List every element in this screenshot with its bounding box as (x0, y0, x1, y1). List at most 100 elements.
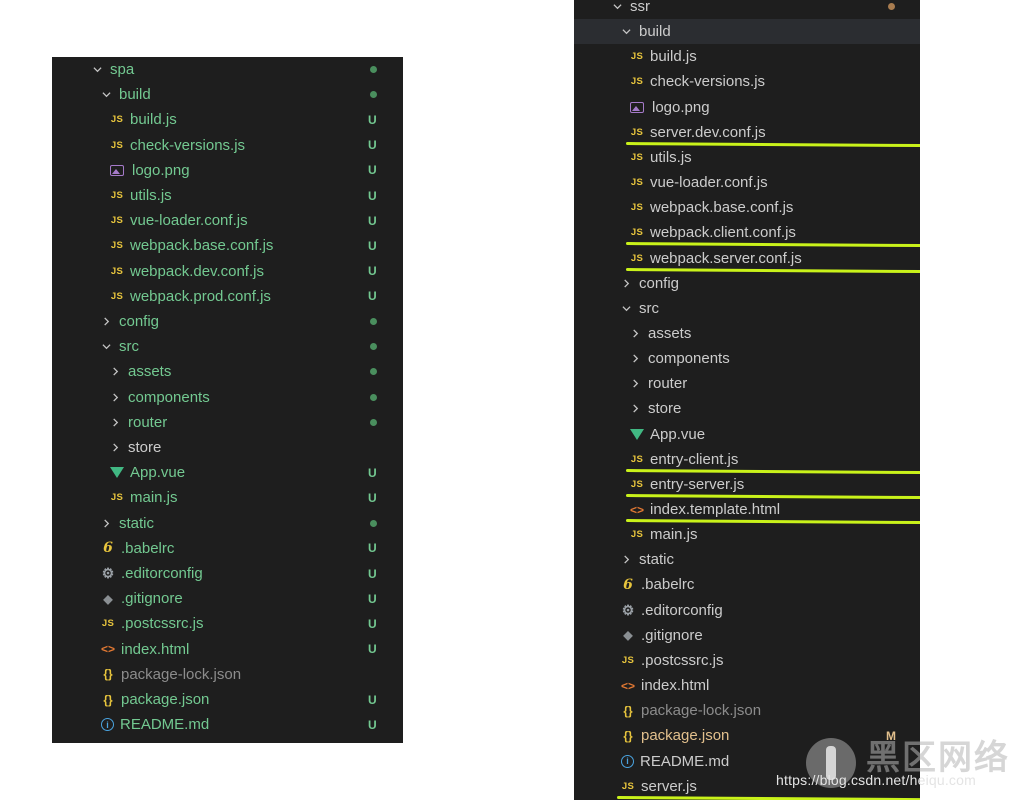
tree-item-label: main.js (130, 489, 178, 507)
file-row[interactable]: JS webpack.dev.conf.js U (52, 259, 403, 284)
git-status-badge: U (368, 264, 377, 279)
file-row[interactable]: {} package-lock.json (574, 698, 920, 723)
git-file-icon: ◆ (103, 591, 113, 606)
file-row[interactable]: {} package.json U (52, 687, 403, 712)
tree-item-label: src (119, 338, 139, 356)
chevron-down-icon[interactable] (90, 57, 104, 82)
file-row[interactable]: JS entry-server.js (574, 472, 920, 497)
chevron-down-icon[interactable] (99, 334, 113, 359)
tree-item-label: App.vue (130, 464, 186, 482)
info-icon: i (621, 754, 634, 768)
chevron-right-icon[interactable] (99, 511, 113, 536)
file-row[interactable]: {} package-lock.json (52, 662, 403, 687)
js-file-icon: JS (101, 618, 115, 630)
file-row[interactable]: JS check-versions.js (574, 69, 920, 94)
folder-row[interactable]: router (52, 410, 403, 435)
file-row[interactable]: JS check-versions.js U (52, 133, 403, 158)
file-row[interactable]: i README.md U (52, 712, 403, 737)
chevron-right-icon[interactable] (108, 359, 122, 384)
js-file-icon: JS (621, 780, 635, 792)
file-row[interactable]: JS vue-loader.conf.js U (52, 208, 403, 233)
chevron-right-icon[interactable] (628, 346, 642, 371)
folder-row[interactable]: assets (574, 321, 920, 346)
file-row[interactable]: JS entry-client.js (574, 447, 920, 472)
file-row[interactable]: App.vue U (52, 460, 403, 485)
folder-row[interactable]: src (574, 296, 920, 321)
folder-row[interactable]: ssr (574, 0, 920, 19)
js-file-icon: JS (110, 215, 124, 227)
chevron-right-icon[interactable] (619, 271, 633, 296)
folder-row[interactable]: spa (52, 57, 403, 82)
chevron-right-icon[interactable] (628, 321, 642, 346)
file-row[interactable]: JS utils.js (574, 145, 920, 170)
folder-row[interactable]: build (574, 19, 920, 45)
tree-item-label: App.vue (650, 425, 706, 443)
chevron-down-icon[interactable] (610, 0, 624, 19)
file-row[interactable]: JS webpack.base.conf.js (574, 195, 920, 220)
folder-row[interactable]: router (574, 371, 920, 396)
file-row[interactable]: 6 .babelrc U (52, 536, 403, 561)
tree-item-label: webpack.prod.conf.js (130, 287, 271, 305)
tree-item-label: .gitignore (121, 590, 183, 608)
chevron-down-icon[interactable] (619, 19, 633, 44)
file-row[interactable]: JS utils.js U (52, 183, 403, 208)
file-row[interactable]: ⚙ .editorconfig (574, 598, 920, 623)
file-row[interactable]: JS webpack.prod.conf.js U (52, 284, 403, 309)
file-row[interactable]: JS webpack.server.conf.js (574, 246, 920, 271)
git-status-badge: U (368, 717, 377, 732)
json-file-icon: {} (103, 692, 113, 707)
folder-row[interactable]: store (574, 396, 920, 421)
file-row[interactable]: ◆ .gitignore (574, 623, 920, 648)
js-file-icon: JS (630, 51, 644, 63)
chevron-right-icon[interactable] (619, 547, 633, 572)
file-row[interactable]: JS .postcssrc.js U (52, 611, 403, 636)
file-row[interactable]: <> index.html (574, 673, 920, 698)
folder-row[interactable]: store (52, 435, 403, 460)
file-row[interactable]: logo.png (574, 95, 920, 120)
folder-row[interactable]: components (52, 385, 403, 410)
file-row[interactable]: JS .postcssrc.js (574, 648, 920, 673)
file-row[interactable]: JS vue-loader.conf.js (574, 170, 920, 195)
file-row[interactable]: logo.png U (52, 158, 403, 183)
folder-row[interactable]: src (52, 334, 403, 359)
folder-row[interactable]: config (574, 271, 920, 296)
chevron-right-icon[interactable] (99, 309, 113, 334)
js-file-icon: JS (110, 265, 124, 277)
chevron-down-icon[interactable] (99, 82, 113, 107)
js-file-icon: JS (630, 151, 644, 163)
file-row[interactable]: JS build.js (574, 44, 920, 69)
git-status-dot (888, 3, 895, 10)
js-file-icon: JS (630, 202, 644, 214)
tree-item-label: assets (648, 324, 692, 342)
file-row[interactable]: JS build.js U (52, 107, 403, 132)
folder-row[interactable]: config (52, 309, 403, 334)
gear-icon: ⚙ (101, 565, 115, 581)
chevron-right-icon[interactable] (628, 396, 642, 421)
file-row[interactable]: JS main.js U (52, 485, 403, 510)
chevron-right-icon[interactable] (108, 410, 122, 435)
tree-item-label: build (119, 86, 151, 104)
folder-row[interactable]: static (574, 547, 920, 572)
file-row[interactable]: App.vue (574, 422, 920, 447)
file-row[interactable]: ⚙ .editorconfig U (52, 561, 403, 586)
chevron-right-icon[interactable] (108, 385, 122, 410)
file-row[interactable]: ◆ .gitignore U (52, 586, 403, 611)
spa-explorer-panel: spa build JS build.js U JS check-versions.js Ul… (52, 57, 403, 743)
chevron-right-icon[interactable] (108, 435, 122, 460)
js-file-icon: JS (630, 177, 644, 189)
file-row[interactable]: JS webpack.base.conf.js U (52, 233, 403, 258)
folder-row[interactable]: components (574, 346, 920, 371)
folder-row[interactable]: static (52, 511, 403, 536)
tree-item-label: build (639, 23, 671, 41)
folder-row[interactable]: assets (52, 359, 403, 384)
file-row[interactable]: <> index.html U (52, 637, 403, 662)
tree-item-label: vue-loader.conf.js (130, 212, 248, 230)
js-file-icon: JS (630, 529, 644, 541)
file-row[interactable]: JS server.dev.conf.js (574, 120, 920, 145)
tree-item-label: ssr (630, 0, 650, 15)
chevron-down-icon[interactable] (619, 296, 633, 321)
chevron-right-icon[interactable] (628, 371, 642, 396)
folder-row[interactable]: build (52, 82, 403, 107)
file-row[interactable]: JS main.js (574, 522, 920, 547)
file-row[interactable]: 6 .babelrc (574, 572, 920, 597)
